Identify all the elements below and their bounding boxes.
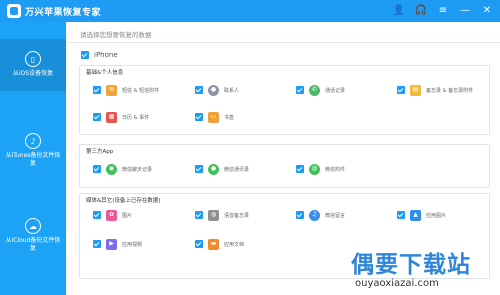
wechat-icon: ◉ — [106, 163, 117, 175]
item-label: 微信聊天记录 — [122, 166, 153, 173]
item-wechat-contacts[interactable]: ● 微信通讯录 — [195, 163, 249, 175]
watermark-url: ouyaoxiazai.com — [355, 278, 439, 289]
item-app-documents[interactable]: ▬ 应用文档 — [195, 238, 244, 250]
close-icon[interactable]: ✕ — [480, 3, 494, 19]
item-bookmarks[interactable]: ▭ 书签 — [195, 111, 234, 123]
app-title: 万兴苹果恢复专家 — [25, 7, 102, 18]
app-document-icon: ▬ — [208, 238, 219, 250]
device-checkbox-row[interactable]: iPhone — [81, 51, 118, 59]
cloud-icon: ☁ — [25, 218, 41, 234]
item-label: 书签 — [224, 114, 235, 121]
item-voicemail[interactable]: ♫ 微信留言 — [296, 209, 345, 221]
app-video-icon: ▶ — [106, 238, 117, 250]
item-wechat-attachments[interactable]: @ 微信附件 — [296, 163, 345, 175]
music-note-icon: ♪ — [25, 133, 41, 149]
item-notes[interactable]: ▤ 备忘录 & 备忘录附件 — [397, 84, 473, 96]
item-label: 备忘录 & 备忘录附件 — [426, 87, 474, 94]
checkbox[interactable] — [93, 240, 101, 248]
checkbox[interactable] — [195, 86, 203, 94]
item-label: 日历 & 事件 — [122, 114, 150, 121]
watermark-text: 偶要下载站 — [351, 252, 471, 278]
item-label: 应用视频 — [122, 241, 143, 248]
sidebar-item-icloud-backup[interactable]: ☁ 从iCloud备份文件恢复 — [0, 218, 66, 268]
checkbox[interactable] — [296, 165, 304, 173]
app-window: 万兴苹果恢复专家 👤 🎧 ≡ — ✕ ▯ 从iOS设备恢复 ♪ 从iTunes备… — [0, 0, 500, 295]
title-bar: 万兴苹果恢复专家 👤 🎧 ≡ — ✕ — [0, 0, 500, 22]
item-label: 微信附件 — [325, 166, 346, 173]
item-messages[interactable]: ✉ 短信 & 短信附件 — [93, 84, 159, 96]
section-basic-personal: 基础&个人信息 ✉ 短信 & 短信附件 ● 联系人 ✆ 通话记录 ▤ 备忘录 &… — [79, 65, 490, 135]
checkbox[interactable] — [93, 113, 101, 121]
checkbox[interactable] — [93, 86, 101, 94]
item-label: 语音备忘录 — [224, 212, 250, 219]
sidebar-item-label: 从iCloud备份文件恢复 — [5, 237, 61, 252]
item-label: 微信留言 — [325, 212, 346, 219]
voice-memo-icon: ◍ — [208, 209, 219, 221]
item-app-photos[interactable]: ▲ 应用图片 — [397, 209, 446, 221]
item-voice-memos[interactable]: ◍ 语音备忘录 — [195, 209, 249, 221]
app-logo-icon — [7, 4, 21, 18]
wechat-contacts-icon: ● — [208, 163, 219, 175]
contact-icon: ● — [208, 84, 219, 96]
divider — [66, 42, 500, 43]
window-controls: 👤 🎧 ≡ — ✕ — [392, 3, 494, 19]
checkbox[interactable] — [296, 211, 304, 219]
section-title: 媒体&其它(设备上已存在数据) — [86, 198, 161, 204]
item-contacts[interactable]: ● 联系人 — [195, 84, 239, 96]
sidebar: ▯ 从iOS设备恢复 ♪ 从iTunes备份文件恢复 ☁ 从iCloud备份文件… — [0, 22, 66, 295]
checkbox[interactable] — [195, 165, 203, 173]
section-title: 第三方App — [86, 149, 114, 155]
sidebar-item-itunes-backup[interactable]: ♪ 从iTunes备份文件恢复 — [0, 133, 66, 183]
user-icon[interactable]: 👤 — [392, 3, 406, 19]
item-label: 应用文档 — [224, 241, 245, 248]
bookmark-icon: ▭ — [208, 111, 219, 123]
item-label: 短信 & 短信附件 — [122, 87, 160, 94]
item-app-videos[interactable]: ▶ 应用视频 — [93, 238, 142, 250]
wechat-attachment-icon: @ — [309, 163, 320, 175]
watermark: 偶要下载站 ouyaoxiazai.com — [351, 241, 500, 295]
checkbox[interactable] — [93, 165, 101, 173]
checkbox[interactable] — [296, 86, 304, 94]
item-call-history[interactable]: ✆ 通话记录 — [296, 84, 345, 96]
item-label: 应用图片 — [426, 212, 447, 219]
headset-icon[interactable]: 🎧 — [414, 3, 428, 19]
checkbox[interactable] — [397, 86, 405, 94]
menu-icon[interactable]: ≡ — [436, 3, 450, 19]
instruction-text: 请选择您想要恢复的数据 — [80, 31, 152, 39]
sidebar-item-ios-device[interactable]: ▯ 从iOS设备恢复 — [0, 39, 66, 91]
message-icon: ✉ — [106, 84, 117, 96]
photo-icon: ✿ — [106, 209, 117, 221]
minimize-icon[interactable]: — — [458, 3, 472, 19]
item-label: 微信通讯录 — [224, 166, 250, 173]
app-photo-icon: ▲ — [410, 209, 421, 221]
section-third-party-apps: 第三方App ◉ 微信聊天记录 ● 微信通讯录 @ 微信附件 — [79, 144, 490, 188]
sidebar-item-label: 从iTunes备份文件恢复 — [5, 152, 61, 167]
calendar-icon: ▦ — [106, 111, 117, 123]
checkbox[interactable] — [397, 211, 405, 219]
item-label: 通话记录 — [325, 87, 346, 94]
checkbox[interactable] — [195, 211, 203, 219]
voicemail-icon: ♫ — [309, 209, 320, 221]
device-checkbox[interactable] — [81, 51, 89, 59]
checkbox[interactable] — [195, 113, 203, 121]
item-wechat-chat[interactable]: ◉ 微信聊天记录 — [93, 163, 152, 175]
device-label: iPhone — [94, 51, 118, 59]
notes-icon: ▤ — [410, 84, 421, 96]
checkbox[interactable] — [93, 211, 101, 219]
sidebar-item-label: 从iOS设备恢复 — [12, 70, 54, 77]
phone-icon: ▯ — [25, 51, 41, 67]
section-title: 基础&个人信息 — [86, 70, 124, 76]
item-label: 图片 — [122, 212, 133, 219]
item-label: 联系人 — [224, 87, 240, 94]
item-calendar[interactable]: ▦ 日历 & 事件 — [93, 111, 149, 123]
phone-call-icon: ✆ — [309, 84, 320, 96]
item-photos[interactable]: ✿ 图片 — [93, 209, 132, 221]
checkbox[interactable] — [195, 240, 203, 248]
